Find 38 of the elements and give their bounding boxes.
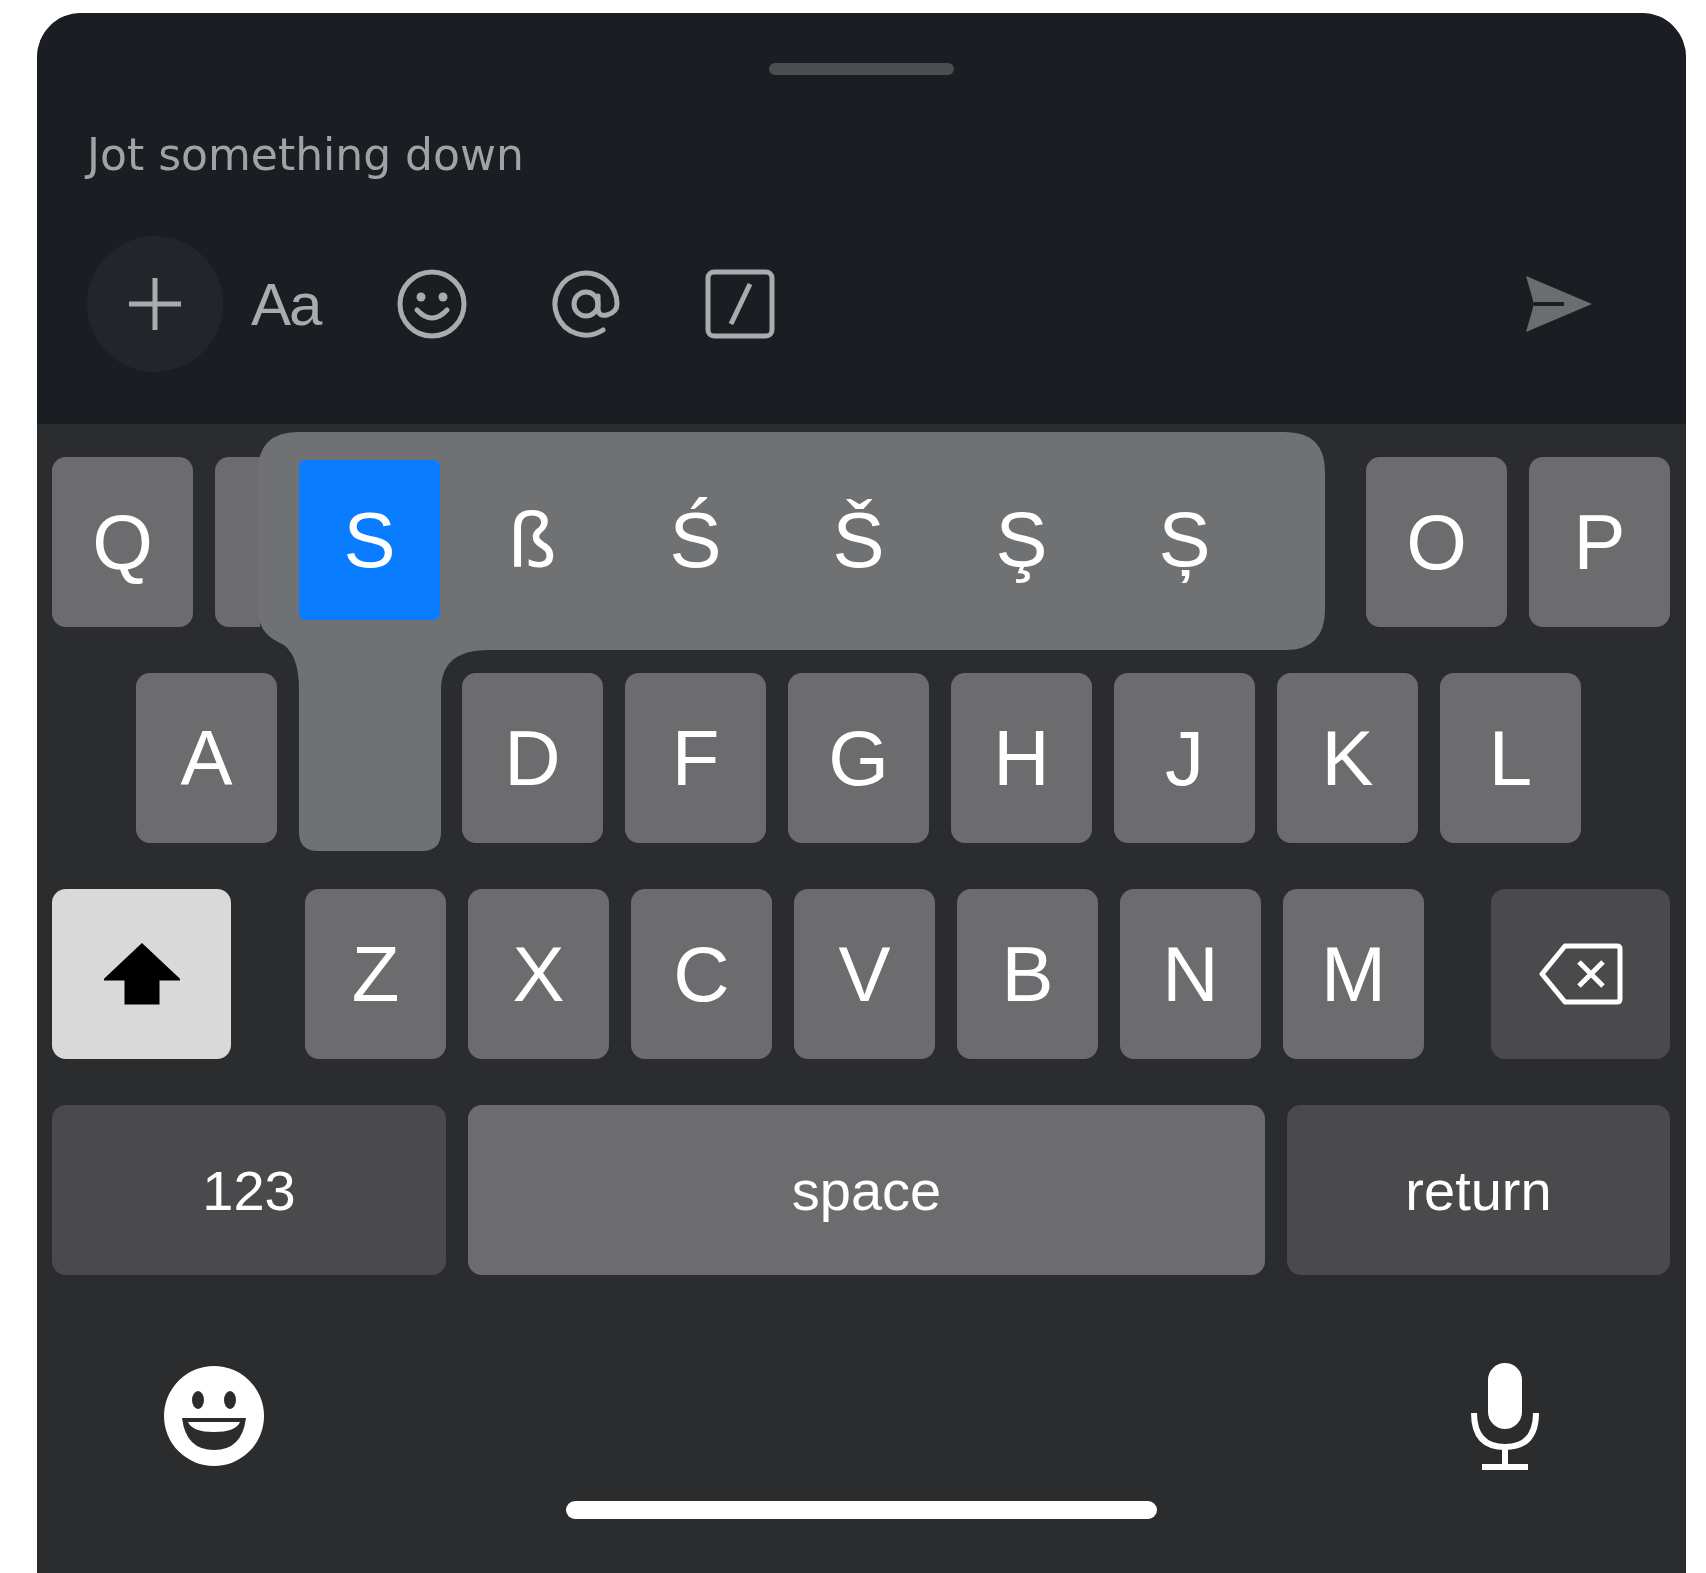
accent-option[interactable]: ß [462, 460, 603, 620]
letter-key[interactable]: D [462, 673, 603, 843]
letter-key[interactable]: P [1529, 457, 1670, 627]
numbers-key[interactable]: 123 [52, 1105, 446, 1275]
arrow-up-icon [103, 943, 180, 1005]
return-key[interactable]: return [1287, 1105, 1670, 1275]
letter-key[interactable]: H [951, 673, 1092, 843]
accent-option[interactable]: Ș [1114, 460, 1255, 620]
backspace-icon [1538, 943, 1623, 1005]
delete-key[interactable] [1491, 889, 1670, 1059]
letter-key[interactable]: Q [52, 457, 193, 627]
letter-key[interactable]: J [1114, 673, 1255, 843]
emoji-icon[interactable] [396, 268, 469, 340]
letter-key[interactable]: O [1366, 457, 1507, 627]
shift-key[interactable] [52, 889, 231, 1059]
send-icon[interactable] [1524, 274, 1594, 334]
format-button[interactable]: Aa [251, 269, 321, 339]
letter-key[interactable]: G [788, 673, 929, 843]
letter-key[interactable]: C [631, 889, 772, 1059]
accent-option[interactable]: S [299, 460, 440, 620]
space-key[interactable]: space [468, 1105, 1265, 1275]
accent-option[interactable]: Ś [625, 460, 766, 620]
letter-key[interactable]: V [794, 889, 935, 1059]
letter-key[interactable]: A [136, 673, 277, 843]
drag-handle[interactable] [769, 63, 954, 75]
letter-key[interactable]: X [468, 889, 609, 1059]
letter-key[interactable]: N [1120, 889, 1261, 1059]
microphone-icon[interactable] [1468, 1361, 1542, 1471]
slash-command-icon[interactable] [704, 268, 777, 340]
letter-key[interactable]: L [1440, 673, 1581, 843]
letter-key[interactable]: M [1283, 889, 1424, 1059]
letter-key[interactable]: K [1277, 673, 1418, 843]
accent-option[interactable]: Š [788, 460, 929, 620]
emoji-icon[interactable] [162, 1364, 266, 1468]
letter-key[interactable]: Z [305, 889, 446, 1059]
letter-key[interactable]: F [625, 673, 766, 843]
letter-key[interactable]: B [957, 889, 1098, 1059]
accent-option[interactable]: Ş [951, 460, 1092, 620]
